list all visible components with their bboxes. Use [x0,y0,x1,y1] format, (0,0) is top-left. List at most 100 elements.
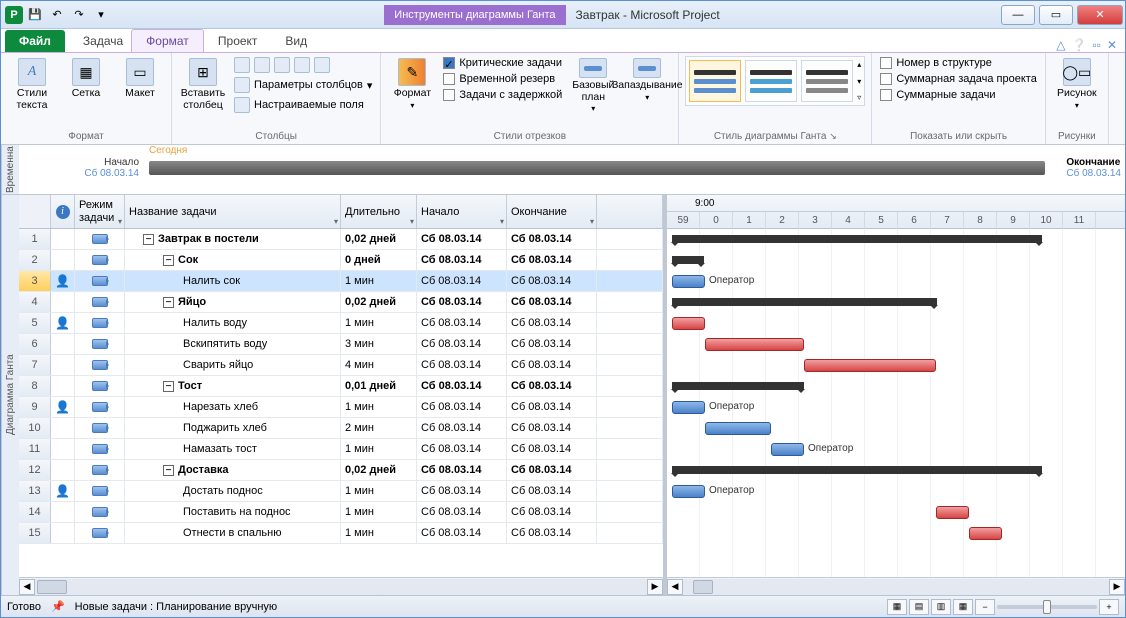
cell-duration[interactable]: 1 мин [341,271,417,291]
cell-name[interactable]: Вскипятить воду [125,334,341,354]
cell-mode[interactable] [75,271,125,291]
gantt-style-gallery[interactable]: ▴▾▿ [685,56,865,106]
cell-start[interactable]: Сб 08.03.14 [417,481,507,501]
cell-end[interactable]: Сб 08.03.14 [507,313,597,333]
late-tasks-checkbox[interactable]: Задачи с задержкой [441,88,564,102]
view-tab[interactable]: Вид [271,30,321,52]
project-tab[interactable]: Проект [204,30,272,52]
view-gantt-icon[interactable]: ▦ [887,599,907,615]
task-bar[interactable] [672,485,705,498]
cell-name[interactable]: Достать поднос [125,481,341,501]
table-row[interactable]: 7Сварить яйцо4 минСб 08.03.14Сб 08.03.14 [19,355,663,376]
gantt-row[interactable] [667,418,1125,439]
align-buttons[interactable] [232,56,374,74]
table-row[interactable]: 2−Сок0 днейСб 08.03.14Сб 08.03.14 [19,250,663,271]
cell-info[interactable] [51,292,75,312]
gantt-vtab[interactable]: Диаграмма Ганта [1,195,19,595]
summary-bar[interactable] [672,466,1042,474]
outline-toggle-icon[interactable]: − [163,381,174,392]
cell-end[interactable]: Сб 08.03.14 [507,418,597,438]
minimize-ribbon-icon[interactable]: △ [1056,38,1065,52]
col-name[interactable]: Название задачи▾ [125,195,341,228]
cell-mode[interactable] [75,523,125,543]
cell-duration[interactable]: 1 мин [341,313,417,333]
row-number[interactable]: 11 [19,439,51,459]
row-number[interactable]: 15 [19,523,51,543]
cell-name[interactable]: Налить воду [125,313,341,333]
cell-mode[interactable] [75,481,125,501]
task-bar[interactable] [705,338,804,351]
cell-extra[interactable] [597,397,663,417]
cell-end[interactable]: Сб 08.03.14 [507,229,597,249]
view-team-icon[interactable]: ▥ [931,599,951,615]
zoom-in-button[interactable]: + [1099,599,1119,615]
row-number[interactable]: 1 [19,229,51,249]
cell-mode[interactable] [75,502,125,522]
row-number[interactable]: 12 [19,460,51,480]
zoom-thumb[interactable] [1043,600,1051,614]
insert-column-button[interactable]: ⊞Вставить столбец [178,56,228,113]
table-row[interactable]: 6Вскипятить воду3 минСб 08.03.14Сб 08.03… [19,334,663,355]
cell-end[interactable]: Сб 08.03.14 [507,376,597,396]
cell-extra[interactable] [597,250,663,270]
cell-info[interactable]: 👤 [51,271,75,291]
gallery-style-3[interactable] [801,60,853,102]
cell-duration[interactable]: 0,02 дней [341,292,417,312]
cell-start[interactable]: Сб 08.03.14 [417,271,507,291]
cell-extra[interactable] [597,481,663,501]
zoom-slider[interactable] [997,605,1097,609]
table-row[interactable]: 1−Завтрак в постели0,02 днейСб 08.03.14С… [19,229,663,250]
cell-start[interactable]: Сб 08.03.14 [417,439,507,459]
cell-extra[interactable] [597,376,663,396]
gantt-row[interactable] [667,334,1125,355]
cell-mode[interactable] [75,292,125,312]
table-row[interactable]: 9👤Нарезать хлеб1 минСб 08.03.14Сб 08.03.… [19,397,663,418]
cell-extra[interactable] [597,292,663,312]
outline-number-checkbox[interactable]: Номер в структуре [878,56,1039,70]
task-bar[interactable] [672,401,705,414]
task-bar[interactable] [705,422,771,435]
grid-hscroll[interactable]: ◀ ▶ [19,577,663,595]
col-extra[interactable] [597,195,663,228]
status-newtasks[interactable]: Новые задачи : Планирование вручную [75,601,278,613]
cell-duration[interactable]: 0,02 дней [341,229,417,249]
outline-toggle-icon[interactable]: − [163,297,174,308]
cell-start[interactable]: Сб 08.03.14 [417,502,507,522]
view-usage-icon[interactable]: ▤ [909,599,929,615]
table-row[interactable]: 11Намазать тост1 минСб 08.03.14Сб 08.03.… [19,439,663,460]
summary-tasks-checkbox[interactable]: Суммарные задачи [878,88,1039,102]
col-mode[interactable]: Режим задачи▾ [75,195,125,228]
cell-name[interactable]: Отнести в спальню [125,523,341,543]
qat-customize-button[interactable]: ▾ [91,5,111,25]
app-icon[interactable]: P [5,6,23,24]
column-settings-button[interactable]: Параметры столбцов ▾ [232,76,374,94]
cell-info[interactable] [51,229,75,249]
cell-end[interactable]: Сб 08.03.14 [507,502,597,522]
cell-extra[interactable] [597,334,663,354]
gantt-scroll-thumb[interactable] [693,580,713,594]
cell-start[interactable]: Сб 08.03.14 [417,397,507,417]
cell-info[interactable] [51,250,75,270]
cell-mode[interactable] [75,313,125,333]
row-number[interactable]: 13 [19,481,51,501]
cell-start[interactable]: Сб 08.03.14 [417,523,507,543]
gantt-hscroll[interactable]: ◀ ▶ [667,577,1125,595]
cell-duration[interactable]: 0,02 дней [341,460,417,480]
gantt-row[interactable] [667,250,1125,271]
cell-end[interactable]: Сб 08.03.14 [507,523,597,543]
cell-start[interactable]: Сб 08.03.14 [417,229,507,249]
col-start[interactable]: Начало▾ [417,195,507,228]
cell-mode[interactable] [75,355,125,375]
cell-end[interactable]: Сб 08.03.14 [507,460,597,480]
cell-mode[interactable] [75,229,125,249]
gallery-style-2[interactable] [745,60,797,102]
summary-bar[interactable] [672,256,704,264]
cell-start[interactable]: Сб 08.03.14 [417,313,507,333]
cell-extra[interactable] [597,229,663,249]
table-row[interactable]: 12−Доставка0,02 днейСб 08.03.14Сб 08.03.… [19,460,663,481]
gantt-row[interactable]: Оператор [667,397,1125,418]
slack-checkbox[interactable]: Временной резерв [441,72,564,86]
cell-duration[interactable]: 1 мин [341,523,417,543]
cell-name[interactable]: −Тост [125,376,341,396]
table-row[interactable]: 4−Яйцо0,02 днейСб 08.03.14Сб 08.03.14 [19,292,663,313]
